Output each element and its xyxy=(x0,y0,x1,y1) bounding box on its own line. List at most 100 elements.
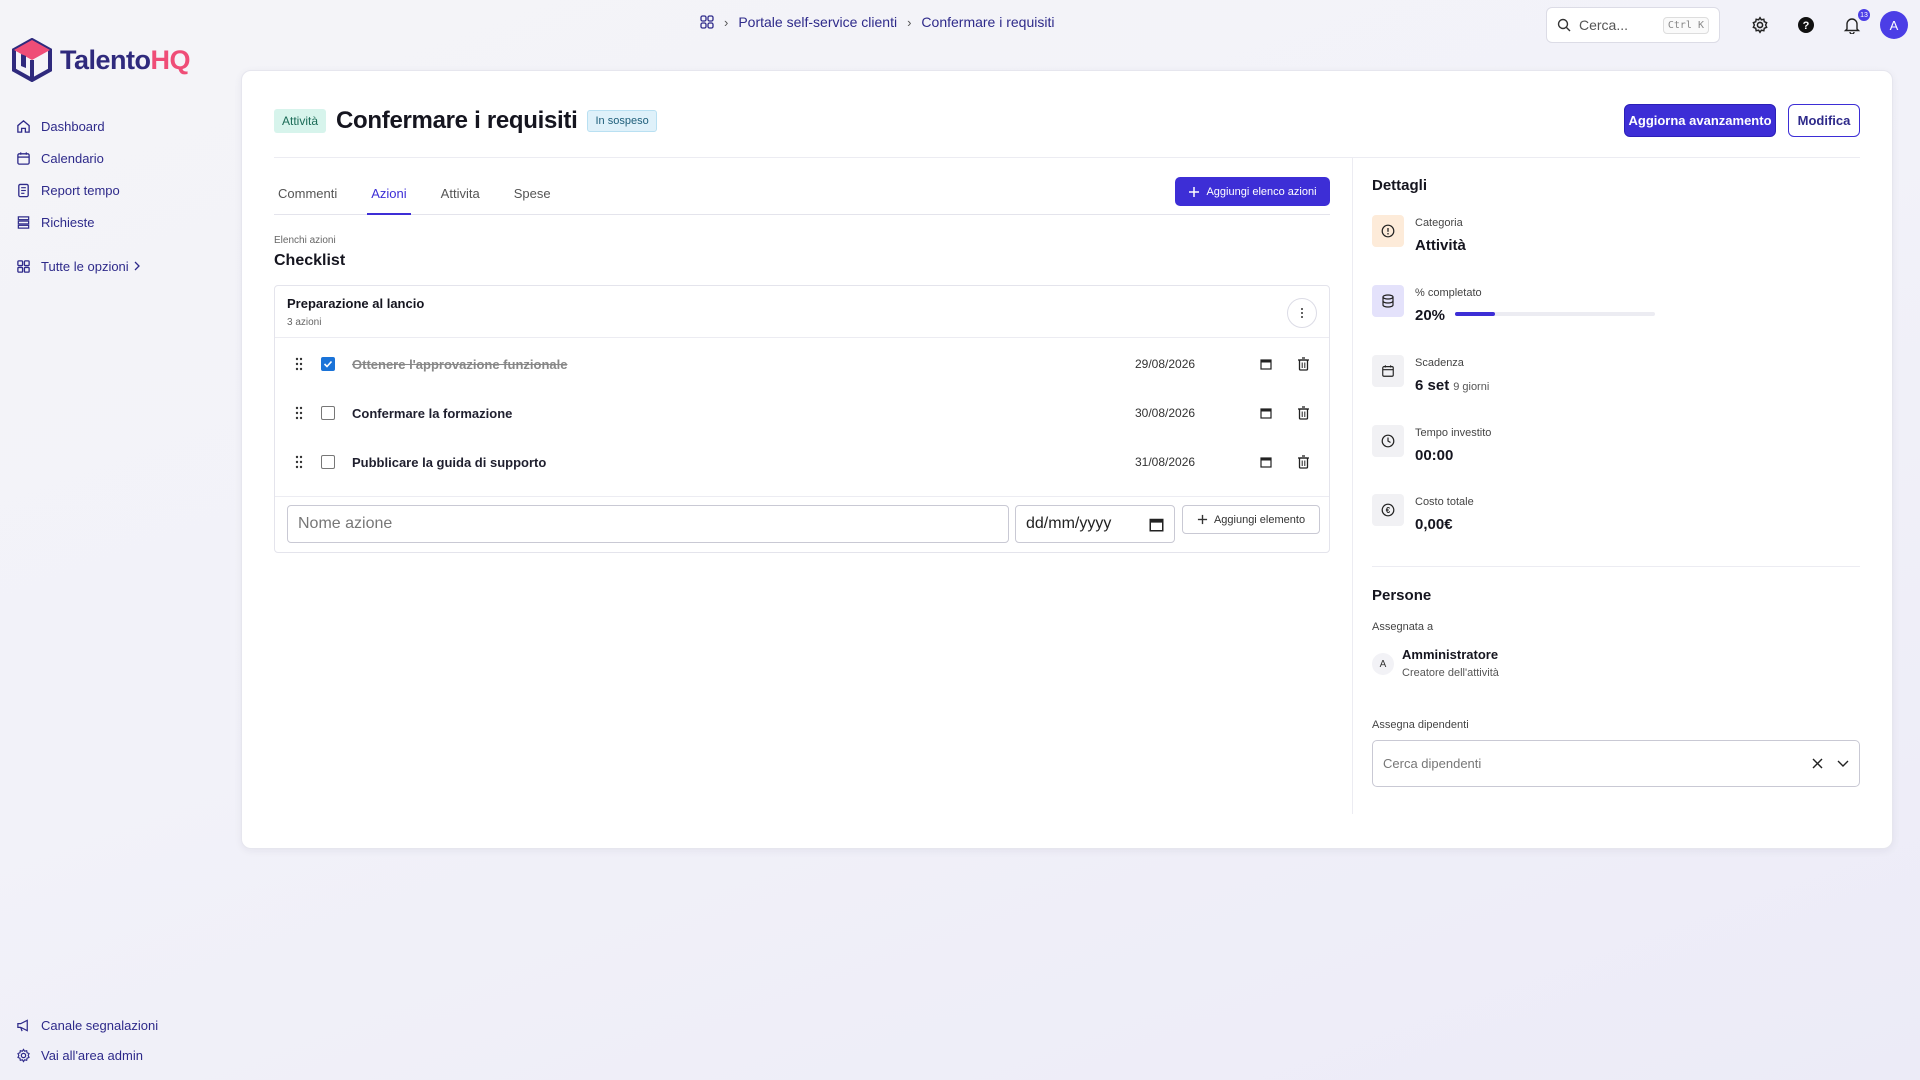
cube-logo-icon xyxy=(12,38,52,82)
item-label[interactable]: Ottenere l'approvazione funzionale xyxy=(352,357,567,372)
assign-employees-label: Assegna dipendenti xyxy=(1372,719,1469,731)
progress-label: % completato xyxy=(1415,287,1482,299)
notifications-button[interactable]: 13 xyxy=(1840,9,1870,37)
due-label: Scadenza xyxy=(1415,357,1464,369)
calendar-icon[interactable] xyxy=(1260,358,1272,370)
brand-logo[interactable]: TalentoHQ xyxy=(12,38,190,82)
assign-employees-placeholder: Cerca dipendenti xyxy=(1383,756,1482,771)
apps-grid-icon[interactable] xyxy=(700,15,714,29)
divider xyxy=(1352,158,1353,814)
item-checkbox[interactable] xyxy=(321,455,335,469)
add-item-row: Nome azione dd/mm/yyyy Aggiungi elemento xyxy=(275,496,1329,552)
calendar-icon[interactable] xyxy=(1260,407,1272,419)
sidebar-item-label: Dashboard xyxy=(41,118,105,134)
breadcrumb-current: Confermare i requisiti xyxy=(921,14,1055,30)
plus-icon xyxy=(1197,514,1208,525)
progress-value: 20% xyxy=(1415,307,1446,324)
drag-handle-icon[interactable] xyxy=(295,357,303,371)
sidebar-item-calendar[interactable]: Calendario xyxy=(16,142,141,174)
checklist-menu-button[interactable] xyxy=(1287,298,1317,328)
item-label[interactable]: Pubblicare la guida di supporto xyxy=(352,455,546,470)
action-date-input[interactable]: dd/mm/yyyy xyxy=(1015,505,1175,543)
gear-icon xyxy=(17,1047,30,1063)
update-progress-button[interactable]: Aggiorna avanzamento xyxy=(1624,104,1776,137)
add-item-button[interactable]: Aggiungi elemento xyxy=(1182,505,1320,534)
calendar-icon[interactable] xyxy=(1260,456,1272,468)
checklist-count: 3 azioni xyxy=(287,317,322,328)
cost-value: 0,00€ xyxy=(1415,516,1453,533)
tab-activity[interactable]: Attivita xyxy=(437,175,484,215)
notification-count-badge: 13 xyxy=(1858,9,1870,21)
assign-employees-select[interactable]: Cerca dipendenti xyxy=(1372,740,1860,787)
drag-handle-icon[interactable] xyxy=(295,455,303,469)
trash-icon[interactable] xyxy=(1297,357,1310,371)
progress-bar xyxy=(1455,312,1655,316)
sidebar-item-label: Calendario xyxy=(41,150,104,166)
brand-name: TalentoHQ xyxy=(60,44,190,75)
avatar: A xyxy=(1372,653,1394,675)
chevron-right-icon xyxy=(134,261,140,271)
grid-icon xyxy=(17,259,30,273)
sidebar-item-report-channel[interactable]: Canale segnalazioni xyxy=(16,1010,158,1040)
status-badge: In sospeso xyxy=(587,110,657,132)
add-action-list-button[interactable]: Aggiungi elenco azioni xyxy=(1175,177,1330,206)
cost-label: Costo totale xyxy=(1415,496,1474,508)
checklist-header: Preparazione al lancio 3 azioni xyxy=(275,286,1329,338)
assignee: A Amministratore Creatore dell'attività xyxy=(1372,647,1672,683)
trash-icon[interactable] xyxy=(1297,455,1310,469)
sidebar-nav: Dashboard Calendario Report tempo Richie… xyxy=(16,110,141,282)
section-caption: Elenchi azioni xyxy=(274,235,336,246)
trash-icon[interactable] xyxy=(1297,406,1310,420)
drag-handle-icon[interactable] xyxy=(295,406,303,420)
category-value: Attività xyxy=(1415,237,1466,254)
global-search[interactable]: Cerca... Ctrl K xyxy=(1546,7,1720,43)
search-shortcut: Ctrl K xyxy=(1662,16,1709,34)
search-placeholder: Cerca... xyxy=(1579,17,1629,33)
section-title: Checklist xyxy=(274,252,346,269)
sidebar-item-admin[interactable]: Vai all'area admin xyxy=(16,1040,158,1070)
list-icon xyxy=(17,215,30,229)
item-due-date[interactable]: 31/08/2026 xyxy=(1135,455,1195,469)
tab-expenses[interactable]: Spese xyxy=(510,175,555,215)
sidebar-item-all-options[interactable]: Tutte le opzioni xyxy=(16,250,141,282)
calendar-icon xyxy=(1372,355,1404,387)
info-icon xyxy=(1372,215,1404,247)
sidebar-item-label: Tutte le opzioni xyxy=(41,258,129,274)
item-label[interactable]: Confermare la formazione xyxy=(352,406,512,421)
sidebar-item-dashboard[interactable]: Dashboard xyxy=(16,110,141,142)
sidebar-bottom: Canale segnalazioni Vai all'area admin xyxy=(16,1010,158,1070)
task-header: Attività Confermare i requisiti In sospe… xyxy=(274,107,657,135)
plus-icon xyxy=(1189,186,1200,197)
chevron-down-icon[interactable] xyxy=(1837,760,1849,768)
tab-comments[interactable]: Commenti xyxy=(274,175,341,215)
task-type-chip: Attività xyxy=(274,109,327,133)
user-avatar[interactable]: A xyxy=(1880,11,1908,39)
svg-text:?: ? xyxy=(1803,20,1810,32)
people-title: Persone xyxy=(1372,587,1432,604)
sidebar-item-time-report[interactable]: Report tempo xyxy=(16,174,141,206)
search-icon xyxy=(1557,18,1571,32)
task-card: Attività Confermare i requisiti In sospe… xyxy=(241,70,1893,849)
action-name-input[interactable]: Nome azione xyxy=(287,505,1009,543)
breadcrumb-link[interactable]: Portale self-service clienti xyxy=(738,14,897,30)
checklist-item: Pubblicare la guida di supporto 31/08/20… xyxy=(275,438,1329,486)
help-button[interactable]: ? xyxy=(1794,13,1818,37)
item-due-date[interactable]: 29/08/2026 xyxy=(1135,357,1195,371)
check-icon xyxy=(323,360,333,368)
close-icon[interactable] xyxy=(1812,758,1823,769)
sidebar-item-label: Vai all'area admin xyxy=(41,1047,143,1063)
svg-text:€: € xyxy=(1386,506,1391,515)
tab-actions[interactable]: Azioni xyxy=(367,175,411,215)
sidebar-item-requests[interactable]: Richieste xyxy=(16,206,141,238)
checklist-item: Ottenere l'approvazione funzionale 29/08… xyxy=(275,340,1329,388)
checklist-title: Preparazione al lancio xyxy=(287,296,425,311)
assigned-label: Assegnata a xyxy=(1372,621,1434,633)
settings-button[interactable] xyxy=(1748,13,1772,37)
home-icon xyxy=(17,119,30,133)
checklist-item: Confermare la formazione 30/08/2026 xyxy=(275,389,1329,437)
item-checkbox[interactable] xyxy=(321,406,335,420)
item-checkbox[interactable] xyxy=(321,357,335,371)
edit-button[interactable]: Modifica xyxy=(1788,104,1860,137)
calendar-icon[interactable] xyxy=(1149,517,1164,532)
item-due-date[interactable]: 30/08/2026 xyxy=(1135,406,1195,420)
